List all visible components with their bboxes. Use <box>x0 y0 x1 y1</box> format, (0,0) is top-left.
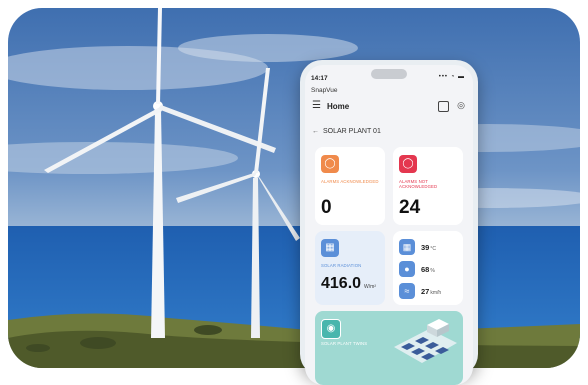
alarms-not-acknowledged-value: 24 <box>399 197 421 218</box>
alarms-acknowledged-value: 0 <box>321 197 332 218</box>
menu-icon[interactable]: ☰ <box>312 100 321 111</box>
shield-icon: ◯ <box>321 155 339 173</box>
status-time: 14:17 <box>311 75 328 82</box>
solar-radiation-card[interactable]: ▦ SOLAR RADIATION 416.0 W/m² <box>315 231 385 305</box>
status-icons: ••• ◔ ▬ <box>438 74 465 80</box>
scan-icon[interactable] <box>438 101 449 112</box>
solar-plant-twins-card[interactable]: ◉ SOLAR PLANT TWINS <box>315 311 463 385</box>
solar-plant-3d-illustration <box>394 319 457 363</box>
wind-reading: 27km/h <box>421 287 441 296</box>
alarms-acknowledged-card[interactable]: ◯ ALARMS ACKNOWLEDGED 0 <box>315 147 385 225</box>
radiation-icon: ▦ <box>321 239 339 257</box>
humidity-reading: 68% <box>421 265 435 274</box>
wind-turbine-photo <box>8 8 580 368</box>
solar-radiation-label: SOLAR RADIATION <box>321 263 362 268</box>
humidity-unit: % <box>430 268 435 274</box>
temperature-reading: 39°C <box>421 243 436 252</box>
wind-icon: ≈ <box>399 283 415 299</box>
breadcrumb[interactable]: ← SOLAR PLANT 01 <box>312 128 381 135</box>
shield-icon: ◯ <box>399 155 417 173</box>
page-title: Home <box>327 102 350 111</box>
thermometer-icon: ▦ <box>399 239 415 255</box>
top-nav: ☰ Home ◎ <box>305 100 473 116</box>
wind-unit: km/h <box>430 290 442 296</box>
wind-row: ≈ 27km/h <box>399 283 461 301</box>
bell-icon[interactable]: ◎ <box>457 100 465 111</box>
phone-screen: 14:17 ••• ◔ ▬ SnapVue ☰ Home ◎ ← SOLAR PL… <box>305 65 473 385</box>
droplet-icon: ● <box>399 261 415 277</box>
app-name: SnapVue <box>311 87 338 94</box>
wind-value: 27 <box>421 287 430 296</box>
breadcrumb-label: SOLAR PLANT 01 <box>323 128 381 135</box>
humidity-row: ● 68% <box>399 261 461 279</box>
stage: 14:17 ••• ◔ ▬ SnapVue ☰ Home ◎ ← SOLAR PL… <box>0 0 588 385</box>
alarms-not-acknowledged-label: ALARMS NOT ACKNOWLEDGED <box>399 179 438 189</box>
solar-radiation-value: 416.0 <box>321 275 362 292</box>
alarms-not-acknowledged-card[interactable]: ◯ ALARMS NOT ACKNOWLEDGED 24 <box>393 147 463 225</box>
camera-notch <box>371 69 407 79</box>
phone-mockup: 14:17 ••• ◔ ▬ SnapVue ☰ Home ◎ ← SOLAR PL… <box>300 60 478 385</box>
humidity-value: 68 <box>421 265 430 274</box>
solar-radiation-reading: 416.0 W/m² <box>321 275 376 293</box>
temperature-unit: °C <box>430 246 436 252</box>
solar-radiation-unit: W/m² <box>364 284 376 290</box>
eye-icon: ◉ <box>321 319 341 339</box>
back-arrow-icon[interactable]: ← <box>312 128 319 135</box>
temperature-row: ▦ 39°C <box>399 239 461 257</box>
temperature-value: 39 <box>421 243 430 252</box>
solar-plant-twins-label: SOLAR PLANT TWINS <box>321 341 368 346</box>
weather-card[interactable]: ▦ 39°C ● 68% ≈ 27km/h <box>393 231 463 305</box>
alarms-acknowledged-label: ALARMS ACKNOWLEDGED <box>321 179 379 184</box>
